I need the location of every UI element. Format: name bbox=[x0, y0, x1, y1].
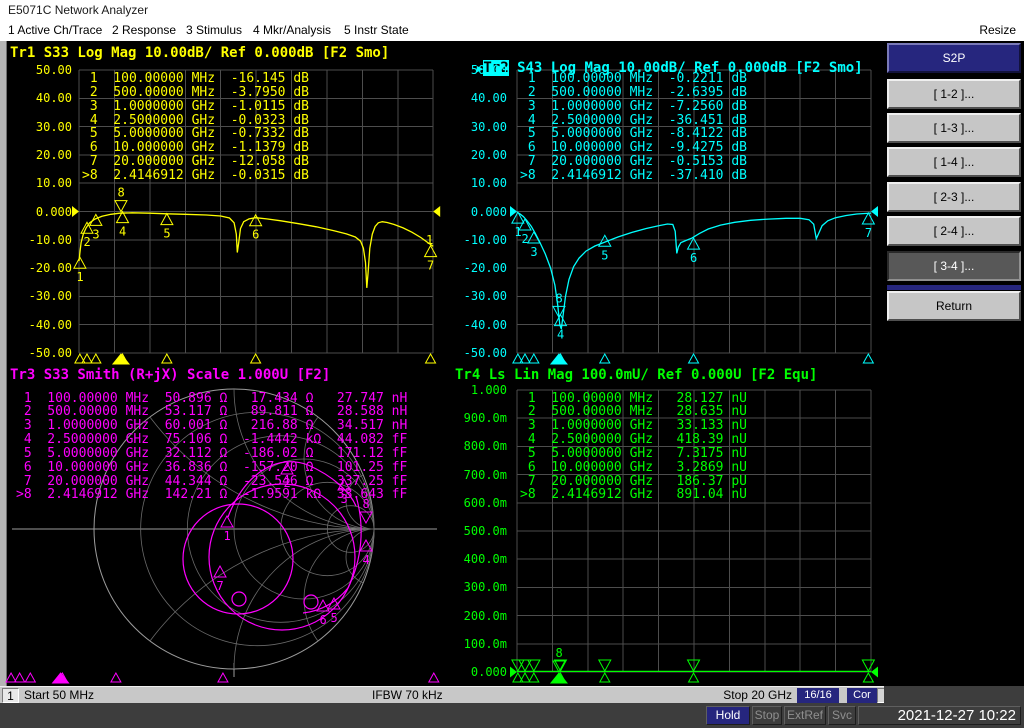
status-bar: 1 Start 50 MHz IFBW 70 kHz Stop 20 GHz 1… bbox=[0, 686, 889, 703]
softkey-1-4[interactable]: [ 1-4 ]... bbox=[887, 147, 1021, 177]
ifbw-label: IFBW 70 kHz bbox=[372, 688, 443, 702]
correction-badge: Cor bbox=[847, 688, 877, 703]
window-title: E5071C Network Analyzer bbox=[0, 0, 1024, 20]
channel-number-box: 1 bbox=[2, 688, 19, 703]
softkey-3-4[interactable]: [ 3-4 ]... bbox=[887, 251, 1021, 281]
menu-instr-state[interactable]: 5 Instr State bbox=[344, 20, 409, 41]
softkey-2-4[interactable]: [ 2-4 ]... bbox=[887, 216, 1021, 246]
clock: 2021-12-27 10:22 bbox=[858, 706, 1021, 725]
status-bar-filler bbox=[884, 686, 1024, 703]
softkey-separator bbox=[887, 285, 1021, 290]
softkey-1-3[interactable]: [ 1-3 ]... bbox=[887, 113, 1021, 143]
softkey-s2p[interactable]: S2P bbox=[887, 43, 1021, 73]
svc-indicator: Svc bbox=[828, 706, 856, 725]
menu-mkr-analysis[interactable]: 4 Mkr/Analysis bbox=[253, 20, 331, 41]
softkey-sidebar: S2P [ 1-2 ]... [ 1-3 ]... [ 1-4 ]... [ 2-3 ]… bbox=[884, 41, 1024, 686]
menu-resize[interactable]: Resize bbox=[979, 20, 1016, 41]
instrument-status-bar: Hold Stop ExtRef Svc 2021-12-27 10:22 bbox=[0, 703, 1024, 728]
sweep-count-badge: 16/16 bbox=[797, 688, 839, 703]
softkey-1-2[interactable]: [ 1-2 ]... bbox=[887, 79, 1021, 109]
menu-response[interactable]: 2 Response bbox=[112, 20, 176, 41]
left-gutter bbox=[0, 41, 7, 686]
menu-active-ch-trace[interactable]: 1 Active Ch/Trace bbox=[8, 20, 102, 41]
sweep-start-label: Start 50 MHz bbox=[24, 688, 95, 702]
sweep-stop-label: Stop 20 GHz bbox=[723, 688, 792, 702]
softkey-2-3[interactable]: [ 2-3 ]... bbox=[887, 182, 1021, 212]
softkey-return[interactable]: Return bbox=[887, 291, 1021, 321]
hold-indicator: Hold bbox=[706, 706, 750, 725]
extref-indicator: ExtRef bbox=[784, 706, 826, 725]
menu-stimulus[interactable]: 3 Stimulus bbox=[186, 20, 242, 41]
display-area bbox=[0, 41, 1024, 686]
menu-bar: 1 Active Ch/Trace 2 Response 3 Stimulus … bbox=[0, 20, 1024, 41]
stop-indicator: Stop bbox=[752, 706, 782, 725]
